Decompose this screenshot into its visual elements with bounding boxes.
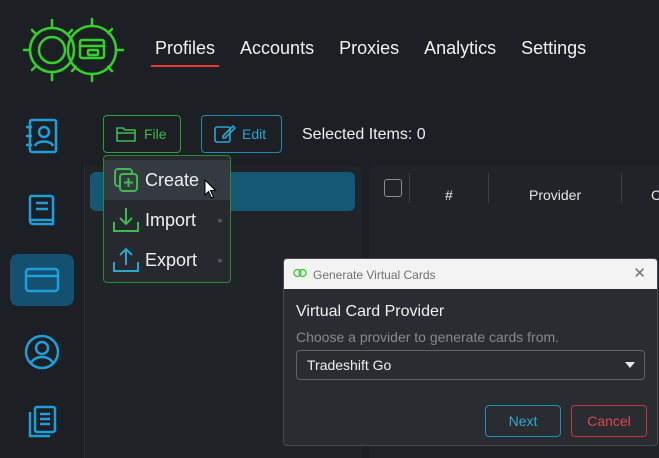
menu-item-import-label: Import: [145, 209, 197, 230]
menu-item-create-label: Create: [145, 169, 200, 190]
column-header-partial[interactable]: C: [651, 187, 659, 203]
menu-item-export[interactable]: Export ▸: [104, 240, 230, 280]
column-header-index[interactable]: #: [445, 187, 453, 203]
dialog-title-bar[interactable]: Generate Virtual Cards ✕: [284, 259, 657, 289]
edit-icon: [214, 124, 236, 143]
column-header-provider[interactable]: Provider: [529, 187, 581, 203]
generate-cards-dialog: Generate Virtual Cards ✕ Virtual Card Pr…: [283, 258, 658, 446]
dialog-subtitle: Choose a provider to generate cards from…: [296, 329, 560, 345]
edit-button-label: Edit: [242, 126, 267, 142]
nav-proxies[interactable]: Proxies: [339, 38, 399, 59]
main-nav: Profiles Accounts Proxies Analytics Sett…: [150, 38, 611, 67]
chevron-right-icon: ▸: [218, 254, 223, 265]
dialog-title: Generate Virtual Cards: [313, 268, 436, 282]
edit-button[interactable]: Edit: [201, 115, 282, 153]
nav-profiles[interactable]: Profiles: [150, 38, 220, 67]
app-logo-small-icon: [293, 268, 307, 278]
documents-icon: [28, 405, 57, 438]
caret-down-icon: [625, 362, 635, 368]
menu-item-export-label: Export: [145, 249, 198, 270]
file-button[interactable]: File: [103, 115, 181, 153]
sidebar-book[interactable]: [10, 184, 74, 236]
provider-select-value: Tradeshift Go: [307, 357, 392, 373]
book-icon: [28, 194, 55, 226]
column-separator: [409, 173, 410, 203]
cancel-button[interactable]: Cancel: [571, 405, 647, 437]
import-icon: [111, 205, 141, 235]
sidebar-contacts[interactable]: [10, 110, 74, 162]
export-icon: [111, 245, 141, 275]
chevron-right-icon: ▸: [218, 214, 223, 225]
file-menu: Create Import ▸ Export ▸: [103, 155, 231, 283]
sidebar-user[interactable]: [10, 326, 74, 378]
mouse-cursor-icon: [204, 179, 217, 199]
select-all-checkbox[interactable]: [384, 179, 402, 197]
nav-settings[interactable]: Settings: [521, 38, 586, 59]
column-separator: [621, 173, 622, 203]
credit-card-icon: [24, 267, 60, 293]
contacts-book-icon: [26, 118, 58, 154]
app-logo: [22, 14, 126, 86]
user-circle-icon: [24, 334, 60, 370]
create-icon: [111, 165, 141, 195]
next-button[interactable]: Next: [485, 405, 561, 437]
folder-icon: [116, 127, 136, 142]
provider-select[interactable]: Tradeshift Go: [296, 350, 645, 380]
dialog-heading: Virtual Card Provider: [296, 303, 445, 320]
sidebar-documents[interactable]: [10, 396, 74, 448]
panel-divider: [84, 166, 85, 458]
close-icon[interactable]: ✕: [633, 266, 646, 282]
menu-item-import[interactable]: Import ▸: [104, 200, 230, 240]
file-button-label: File: [144, 126, 167, 142]
column-separator: [488, 173, 489, 203]
selected-items-count: Selected Items: 0: [302, 126, 426, 143]
sidebar-cards[interactable]: [10, 254, 74, 306]
nav-accounts[interactable]: Accounts: [240, 38, 314, 59]
sidebar: [0, 105, 84, 458]
nav-analytics[interactable]: Analytics: [424, 38, 496, 59]
